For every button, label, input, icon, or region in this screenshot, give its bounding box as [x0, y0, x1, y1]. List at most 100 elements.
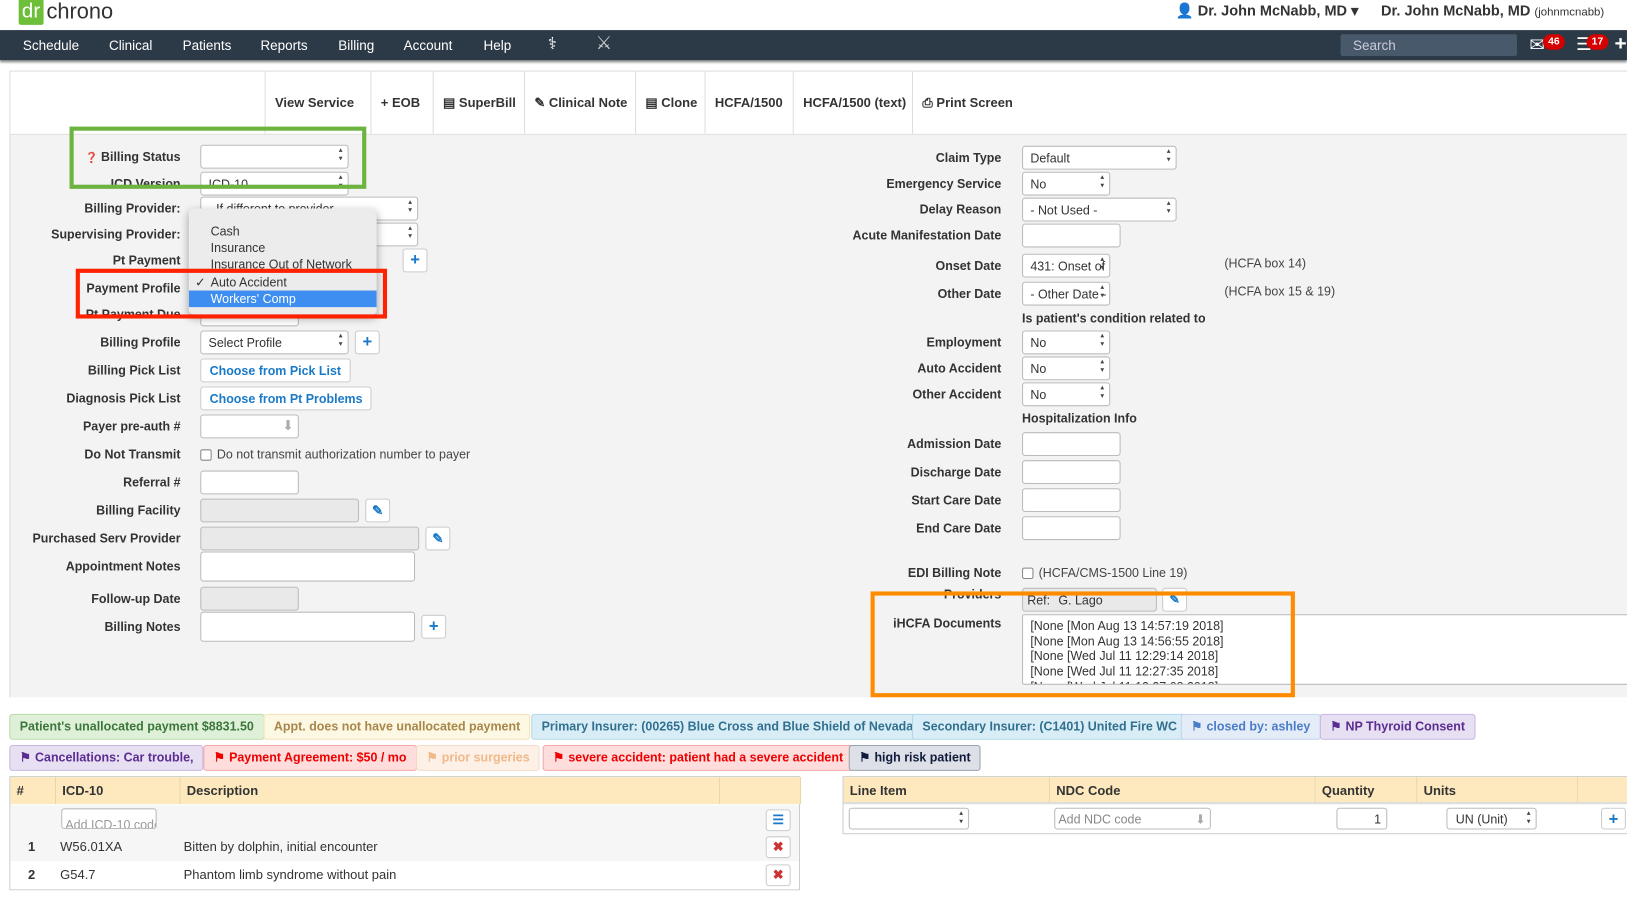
ihcfa-documents-listbox[interactable]: [None [Mon Aug 13 14:57:19 2018] [None [M… [1022, 614, 1627, 685]
tag-text: NP Thyroid Consent [1345, 719, 1465, 734]
section-heading-hospitalization-info: Hospitalization Info [1022, 410, 1137, 426]
do-not-transmit-checkbox[interactable]: Do not transmit authorization number to … [200, 447, 470, 462]
billing-notes-textarea[interactable] [200, 611, 416, 642]
discharge-date-input[interactable] [1022, 460, 1121, 485]
username: (johnmcnabb) [1534, 6, 1605, 19]
ihcfa-document-item[interactable]: [None [Mon Aug 13 14:56:55 2018] [1030, 634, 1627, 649]
drchrono-logo[interactable]: dr chrono [18, 0, 113, 25]
remove-icon[interactable]: ✖ [765, 864, 791, 887]
toolbar-clinical-note-button[interactable]: ✎ Clinical Note [523, 71, 637, 134]
label-text: Payer pre-auth # [82, 419, 181, 434]
label-billing-profile: Billing Profile [100, 335, 180, 350]
payment-profile-dropdown[interactable]: Cash Insurance Insurance Out of Network ✓ Au… [188, 208, 377, 315]
ndc-code-input[interactable]: Add NDC code ⬇ [1054, 807, 1211, 830]
pt-payment-add-button[interactable]: + [402, 248, 428, 273]
nav-account[interactable]: Account [404, 37, 453, 53]
alert-tag[interactable]: Patient's unallocated payment $8831.50 [9, 713, 265, 740]
diagnosis-pick-list-button[interactable]: Choose from Pt Problems [200, 386, 372, 411]
nav-clinical[interactable]: Clinical [109, 37, 152, 53]
add-icd-input[interactable]: Add ICD-10 code [61, 808, 157, 830]
referral-input[interactable] [200, 470, 299, 495]
toolbar-print-screen-button[interactable]: ⎙ Print Screen [912, 71, 1022, 134]
nav-patients[interactable]: Patients [183, 37, 232, 53]
swords-icon[interactable]: ⚔ [596, 32, 613, 54]
start-care-date-input[interactable] [1022, 488, 1121, 513]
label-billing-facility: Billing Facility [96, 503, 180, 518]
remove-icon[interactable]: ✖ [765, 836, 791, 859]
alert-tag[interactable]: Secondary Insurer: (C1401) United Fire W… [912, 713, 1188, 740]
toolbar-superbill-button[interactable]: ▤ SuperBill [432, 71, 526, 134]
purchased-serv-provider-edit-button[interactable]: ✎ [425, 526, 451, 551]
line-item-select[interactable] [848, 807, 970, 830]
toolbar-clone-button[interactable]: ▤ Clone [635, 71, 707, 134]
emergency-service-select[interactable]: No [1022, 171, 1111, 196]
alert-tag[interactable]: ⚑ high risk patient [848, 744, 982, 771]
admission-date-input[interactable] [1022, 432, 1121, 457]
billing-profile-add-button[interactable]: + [354, 330, 380, 355]
toolbar-label: Clinical Note [548, 95, 628, 110]
list-icon[interactable]: ☰ [765, 809, 791, 832]
toolbar-label: View Service [274, 95, 355, 110]
toolbar-eob-button[interactable]: + EOB [370, 71, 429, 134]
icd-version-select[interactable]: ICD-10 [200, 171, 349, 196]
nav-reports[interactable]: Reports [260, 37, 307, 53]
search-input[interactable]: Search [1340, 34, 1517, 57]
alert-tag[interactable]: Primary Insurer: (00265) Blue Cross and … [531, 713, 924, 740]
payer-pre-auth-input[interactable]: ⬇ [200, 414, 299, 439]
onset-date-select[interactable]: 431: Onset of [1022, 253, 1111, 278]
alert-tag[interactable]: ⚑ Cancellations: Car trouble, [9, 744, 204, 771]
ihcfa-document-item[interactable]: [None [Wed Jul 11 12:29:14 2018] [1030, 649, 1627, 664]
auto-accident-select[interactable]: No [1022, 356, 1111, 381]
help-icon[interactable]: ❓ [85, 153, 98, 164]
ihcfa-document-item[interactable]: [None [Wed Jul 11 12:27:08 2018] [1030, 679, 1627, 683]
units-select[interactable]: UN (Unit) [1446, 807, 1537, 830]
alert-tag[interactable]: ⚑ severe accident: patient had a severe a… [542, 744, 854, 771]
end-care-date-input[interactable] [1022, 516, 1121, 541]
dropdown-option[interactable]: Workers' Comp [188, 290, 377, 308]
dropdown-option[interactable]: Cash [189, 223, 377, 240]
toolbar-view-service-button[interactable]: View Service [264, 71, 364, 134]
billing-facility-edit-button[interactable]: ✎ [365, 498, 391, 523]
dropdown-option[interactable]: Insurance Out of Network [189, 256, 377, 273]
add-line-item-button[interactable]: + [1601, 807, 1626, 830]
dropdown-option[interactable]: ✓ Auto Accident [189, 274, 377, 291]
nav-help[interactable]: Help [484, 37, 512, 53]
edi-billing-note-checkbox[interactable]: (HCFA/CMS-1500 Line 19) [1022, 565, 1187, 580]
other-accident-select[interactable]: No [1022, 382, 1111, 407]
claim-type-select[interactable]: Default [1022, 145, 1177, 170]
nav-schedule[interactable]: Schedule [23, 37, 79, 53]
add-icon[interactable]: + [1615, 32, 1627, 56]
checkbox[interactable] [200, 449, 212, 461]
user-menu[interactable]: 👤 Dr. John McNabb, MD ▾ [1176, 2, 1359, 20]
billing-notes-add-button[interactable]: + [421, 614, 447, 639]
nav-billing[interactable]: Billing [338, 37, 374, 53]
toolbar-hcfa-1500-text-button[interactable]: HCFA/1500 (text) [792, 71, 916, 134]
clone-icon: ▤ [645, 95, 662, 110]
delay-reason-select[interactable]: - Not Used - [1022, 197, 1177, 222]
alert-tag[interactable]: ⚑ NP Thyroid Consent [1319, 713, 1476, 740]
employment-select[interactable]: No [1022, 330, 1111, 355]
alert-tag[interactable]: Appt. does not have unallocated payment [263, 713, 531, 740]
provider-edit-button[interactable]: ✎ [1162, 587, 1188, 612]
appointment-notes-textarea[interactable] [200, 551, 416, 582]
user-account[interactable]: Dr. John McNabb, MD (johnmcnabb) [1381, 2, 1604, 19]
alert-tag[interactable]: ⚑ closed by: ashley [1180, 713, 1321, 740]
dropdown-option[interactable]: Insurance [189, 240, 377, 257]
icd-row: 2 G54.7 Phantom limb syndrome without pain… [10, 861, 799, 890]
alert-tag[interactable]: ⚑ prior surgeries [416, 744, 541, 771]
other-date-select[interactable]: - Other Date - [1022, 281, 1111, 306]
toolbar-hcfa-1500-button[interactable]: HCFA/1500 [704, 71, 792, 134]
billing-status-select[interactable] [200, 144, 349, 169]
acute-manifestation-date-input[interactable] [1022, 223, 1121, 248]
line-header-2: Quantity [1315, 777, 1418, 805]
ihcfa-document-item[interactable]: [None [Wed Jul 11 12:27:35 2018] [1030, 664, 1627, 679]
alert-tag[interactable]: ⚑ Payment Agreement: $50 / mo [203, 744, 417, 771]
checkbox[interactable] [1022, 567, 1034, 579]
label-acute-manifestation-date: Acute Manifestation Date [852, 228, 1002, 243]
label-pt-payment-due: Pt Payment Due [86, 307, 181, 322]
caduceus-icon[interactable]: ⚕ [548, 33, 557, 54]
billing-pick-list-button[interactable]: Choose from Pick List [200, 358, 351, 383]
quantity-input[interactable]: 1 [1336, 807, 1388, 830]
ihcfa-document-item[interactable]: [None [Mon Aug 13 14:57:19 2018] [1030, 618, 1627, 633]
billing-profile-select[interactable]: Select Profile [200, 330, 349, 355]
